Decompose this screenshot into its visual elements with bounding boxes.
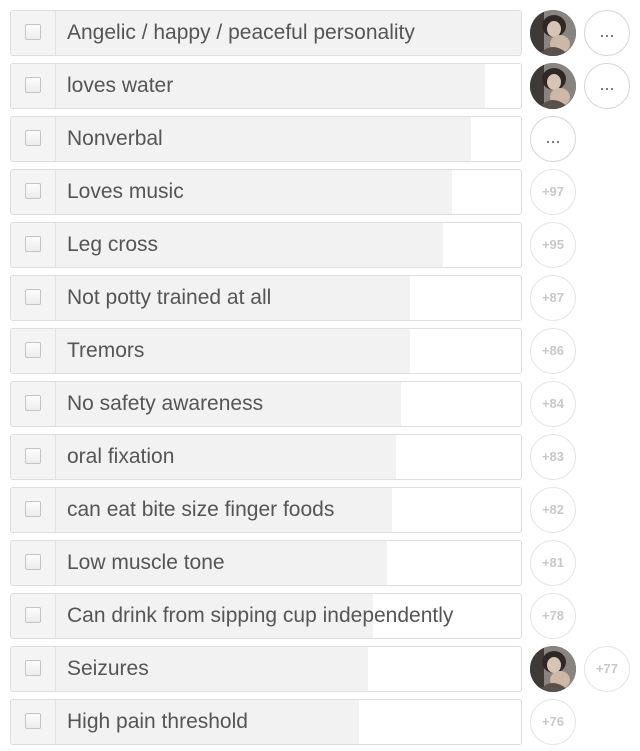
avatar-photo-icon	[530, 63, 576, 109]
checkbox-cell[interactable]	[11, 117, 56, 161]
checkbox-cell[interactable]	[11, 276, 56, 320]
vote-count-badge[interactable]: +82	[530, 487, 576, 533]
checkbox-cell[interactable]	[11, 170, 56, 214]
list-item-box[interactable]: loves water	[10, 63, 522, 109]
checkbox-cell[interactable]	[11, 64, 56, 108]
vote-count-badge[interactable]: +77	[584, 646, 630, 692]
list-item-box[interactable]: Loves music	[10, 169, 522, 215]
list-item-box[interactable]: Angelic / happy / peaceful personality	[10, 10, 522, 56]
checkbox-cell[interactable]	[11, 223, 56, 267]
vote-count-badge[interactable]: +97	[530, 169, 576, 215]
list-item-box[interactable]: Tremors	[10, 328, 522, 374]
list-item[interactable]: Tremors +86	[10, 328, 640, 374]
list-item-box[interactable]: Seizures	[10, 646, 522, 692]
list-item-box[interactable]: Can drink from sipping cup independently	[10, 593, 522, 639]
checkbox-icon[interactable]	[25, 342, 41, 358]
list-item-box[interactable]: No safety awareness	[10, 381, 522, 427]
list-item-label: No safety awareness	[67, 392, 264, 415]
list-item[interactable]: Loves music +97	[10, 169, 640, 215]
list-item[interactable]: Nonverbal...	[10, 116, 640, 162]
avatar-photo-icon	[530, 10, 576, 56]
checkbox-cell[interactable]	[11, 541, 56, 585]
checkbox-cell[interactable]	[11, 700, 56, 744]
list-item-label: Tremors	[67, 339, 145, 362]
checkbox-cell[interactable]	[11, 488, 56, 532]
list-item[interactable]: Seizures +77	[10, 646, 640, 692]
user-avatar[interactable]	[530, 10, 576, 56]
list-item-box[interactable]: oral fixation	[10, 434, 522, 480]
vote-count-badge[interactable]: +83	[530, 434, 576, 480]
list-item-box[interactable]: Nonverbal	[10, 116, 522, 162]
list-item[interactable]: Can drink from sipping cup independently…	[10, 593, 640, 639]
list-item[interactable]: loves water...	[10, 63, 640, 109]
checkbox-icon[interactable]	[25, 607, 41, 623]
checkbox-cell[interactable]	[11, 11, 56, 55]
user-avatar[interactable]	[530, 646, 576, 692]
vote-count-badge[interactable]: +86	[530, 328, 576, 374]
more-options-button[interactable]: ...	[530, 116, 576, 162]
checkbox-cell[interactable]	[11, 382, 56, 426]
vote-count-badge[interactable]: +84	[530, 381, 576, 427]
checkbox-icon[interactable]	[25, 501, 41, 517]
list-item-label: oral fixation	[67, 445, 175, 468]
list-item-label: Low muscle tone	[67, 551, 225, 574]
vote-count-badge[interactable]: +87	[530, 275, 576, 321]
list-item[interactable]: can eat bite size finger foods +82	[10, 487, 640, 533]
list-item-label: Loves music	[67, 180, 184, 203]
list-item[interactable]: Angelic / happy / peaceful personality..…	[10, 10, 640, 56]
checkbox-icon[interactable]	[25, 24, 41, 40]
list-item[interactable]: Leg cross +95	[10, 222, 640, 268]
list-item-label: can eat bite size finger foods	[67, 498, 335, 521]
vote-count-badge[interactable]: +78	[530, 593, 576, 639]
checkbox-icon[interactable]	[25, 395, 41, 411]
more-options-button[interactable]: ...	[584, 63, 630, 109]
list-item-box[interactable]: Leg cross	[10, 222, 522, 268]
checkbox-cell[interactable]	[11, 594, 56, 638]
checkbox-icon[interactable]	[25, 183, 41, 199]
checkbox-icon[interactable]	[25, 130, 41, 146]
list-item-label: Can drink from sipping cup independently	[67, 604, 454, 627]
list-item-label: Seizures	[67, 657, 149, 680]
list-item-label: loves water	[67, 74, 174, 97]
list-item[interactable]: Low muscle tone +81	[10, 540, 640, 586]
list-item[interactable]: Not potty trained at all +87	[10, 275, 640, 321]
checkbox-icon[interactable]	[25, 289, 41, 305]
vote-count-badge[interactable]: +95	[530, 222, 576, 268]
checkbox-icon[interactable]	[25, 236, 41, 252]
checkbox-icon[interactable]	[25, 448, 41, 464]
list-item[interactable]: High pain threshold +76	[10, 699, 640, 745]
checkbox-icon[interactable]	[25, 554, 41, 570]
more-options-button[interactable]: ...	[584, 10, 630, 56]
list-item-label: Nonverbal	[67, 127, 163, 150]
list-item-label: Leg cross	[67, 233, 159, 256]
list-item[interactable]: oral fixation +83	[10, 434, 640, 480]
list-item-box[interactable]: Low muscle tone	[10, 540, 522, 586]
checkbox-icon[interactable]	[25, 713, 41, 729]
checkbox-cell[interactable]	[11, 647, 56, 691]
list-item-box[interactable]: High pain threshold	[10, 699, 522, 745]
list-item-box[interactable]: can eat bite size finger foods	[10, 487, 522, 533]
checkbox-icon[interactable]	[25, 660, 41, 676]
checkbox-icon[interactable]	[25, 77, 41, 93]
vote-count-badge[interactable]: +76	[530, 699, 576, 745]
list-item-label: Angelic / happy / peaceful personality	[67, 21, 415, 44]
user-avatar[interactable]	[530, 63, 576, 109]
list-item-box[interactable]: Not potty trained at all	[10, 275, 522, 321]
list-item-label: Not potty trained at all	[67, 286, 272, 309]
checkbox-cell[interactable]	[11, 329, 56, 373]
list-item-label: High pain threshold	[67, 710, 248, 733]
avatar-photo-icon	[530, 646, 576, 692]
vote-count-badge[interactable]: +81	[530, 540, 576, 586]
list-item[interactable]: No safety awareness +84	[10, 381, 640, 427]
checkbox-cell[interactable]	[11, 435, 56, 479]
